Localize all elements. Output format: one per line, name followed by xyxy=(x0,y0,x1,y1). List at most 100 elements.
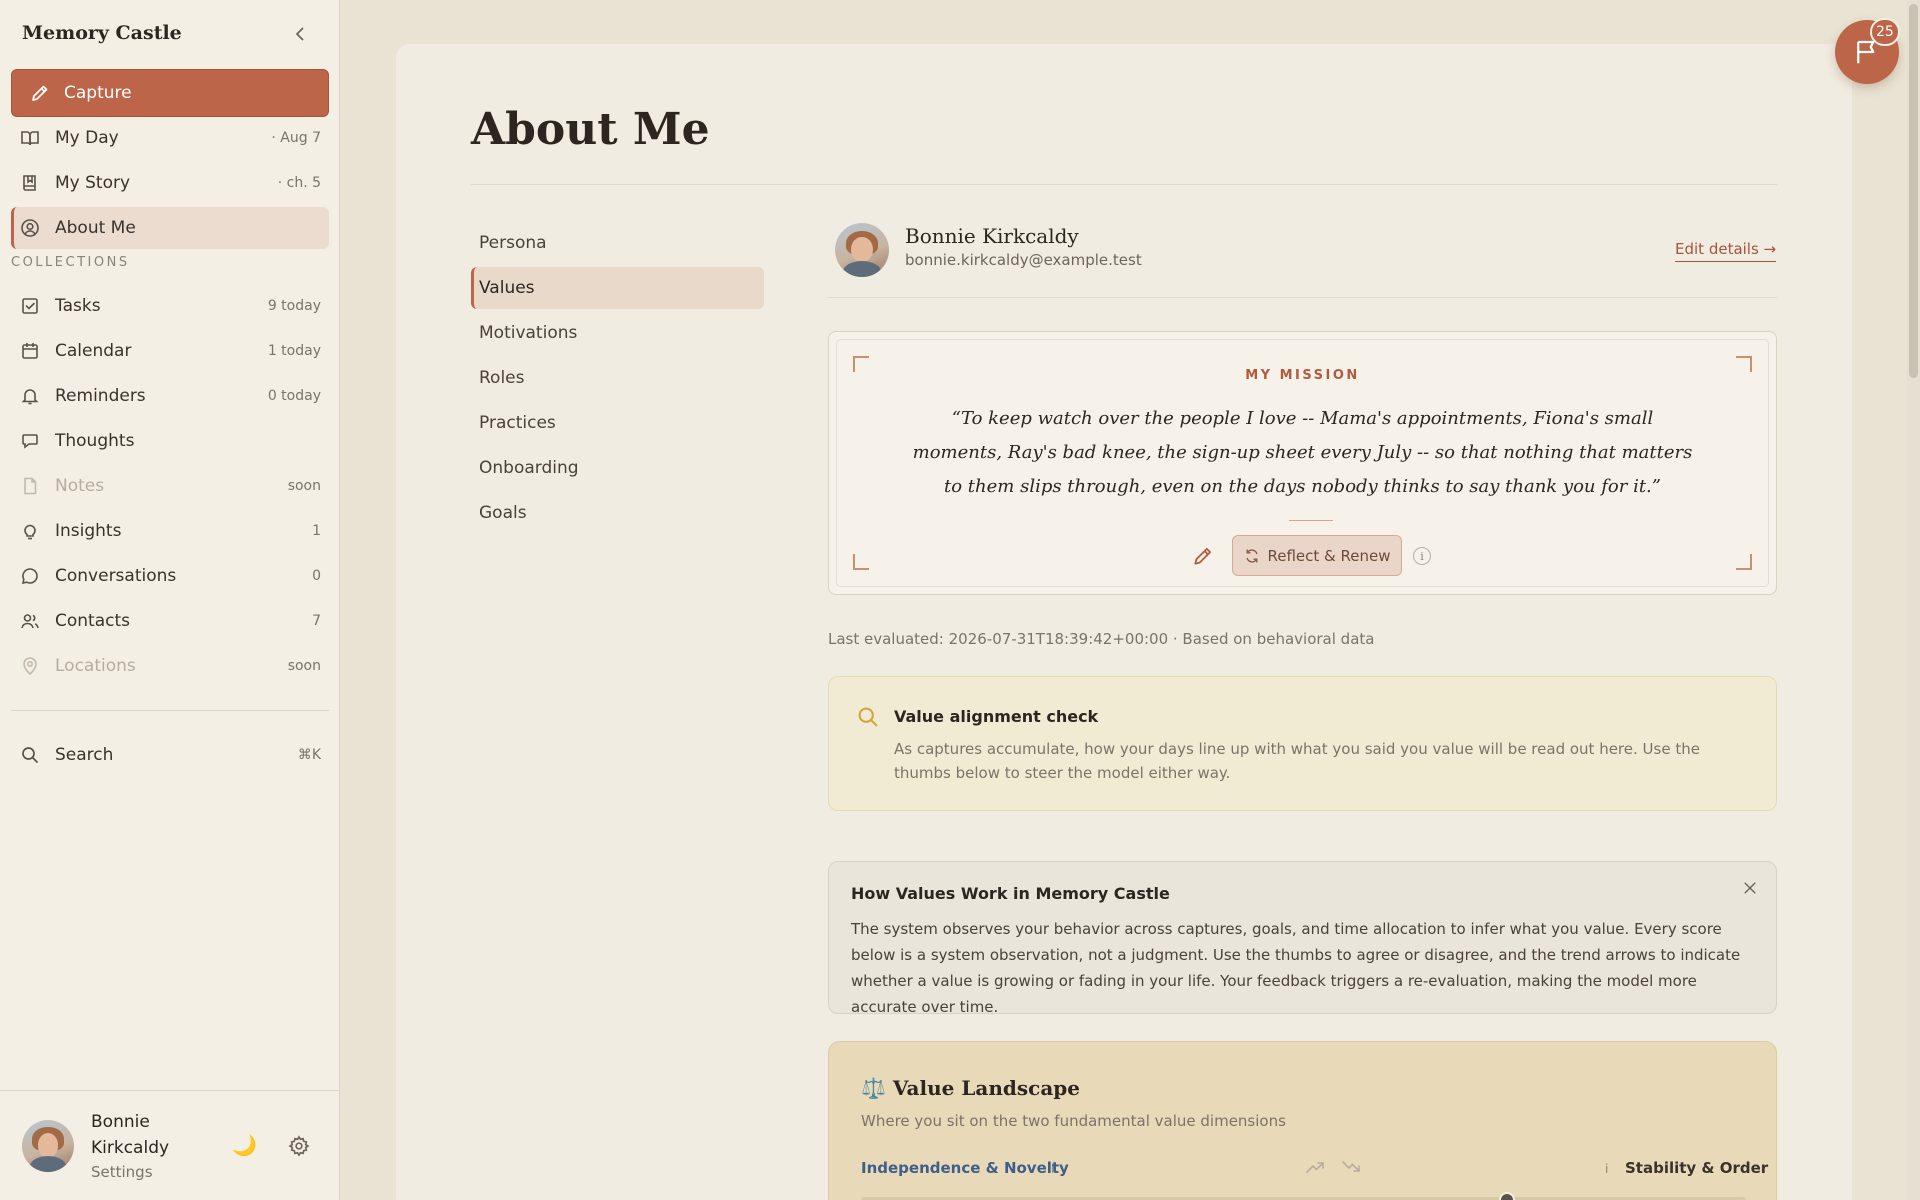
sidebar-item-label: About Me xyxy=(55,218,136,238)
title-divider xyxy=(471,184,1777,185)
mission-inner-border: MY MISSION “To keep watch over the peopl… xyxy=(836,339,1769,587)
howto-body: The system observes your behavior across… xyxy=(851,920,1741,1016)
pencil-icon xyxy=(32,85,48,101)
sidebar-item-meta: 9 today xyxy=(267,298,321,314)
landscape-left-label: Independence & Novelty xyxy=(861,1159,1069,1177)
sidebar-item-meta: 1 today xyxy=(267,343,321,359)
sidebar-item-locations: Locations soon xyxy=(11,645,329,687)
landscape-subtitle: Where you sit on the two fundamental val… xyxy=(861,1112,1286,1130)
sidebar-item-meta: soon xyxy=(287,658,321,674)
sidebar-item-my-story[interactable]: My Story · ch. 5 xyxy=(11,162,329,204)
sidebar-item-label: Calendar xyxy=(55,341,132,361)
mission-card: MY MISSION “To keep watch over the peopl… xyxy=(828,331,1777,595)
chevron-left-icon[interactable] xyxy=(290,24,310,44)
gear-icon[interactable] xyxy=(288,1135,310,1157)
check-square-icon xyxy=(19,295,41,317)
user-name: Bonnie Kirkcaldy xyxy=(91,1112,170,1158)
sidebar-item-label: Conversations xyxy=(55,566,177,586)
book-open-icon xyxy=(19,127,41,149)
notification-badge: 25 xyxy=(1870,18,1900,46)
sidebar-item-calendar[interactable]: Calendar 1 today xyxy=(11,330,329,372)
sidebar-item-meta: 0 today xyxy=(267,388,321,404)
mission-label: MY MISSION xyxy=(1245,368,1360,383)
sidebar-item-meta: soon xyxy=(287,478,321,494)
sidebar-item-contacts[interactable]: Contacts 7 xyxy=(11,600,329,642)
tab-motivations[interactable]: Motivations xyxy=(471,312,764,354)
profile-avatar xyxy=(835,223,889,277)
landscape-right-label: Stability & Order xyxy=(1625,1159,1769,1177)
sidebar-item-label: My Story xyxy=(55,173,131,193)
settings-link[interactable]: Settings xyxy=(91,1163,153,1181)
close-icon[interactable] xyxy=(1742,880,1760,898)
trend-down-icon[interactable] xyxy=(1341,1158,1361,1176)
tab-goals[interactable]: Goals xyxy=(471,492,764,534)
sidebar-item-reminders[interactable]: Reminders 0 today xyxy=(11,375,329,417)
reflect-renew-label: Reflect & Renew xyxy=(1267,546,1391,565)
sidebar-item-meta: 0 xyxy=(312,568,321,584)
alignment-body: As captures accumulate, how your days li… xyxy=(894,740,1700,782)
search-label: Search xyxy=(55,745,114,765)
sidebar-search[interactable]: Search ⌘K xyxy=(11,734,329,776)
collections-heading: COLLECTIONS xyxy=(11,255,130,270)
sidebar-item-label: Reminders xyxy=(55,386,146,406)
app-title: Memory Castle xyxy=(22,22,182,44)
sidebar-item-notes: Notes soon xyxy=(11,465,329,507)
info-icon[interactable]: i xyxy=(1605,1162,1608,1176)
sidebar-item-label: My Day xyxy=(55,128,119,148)
sidebar-item-thoughts[interactable]: Thoughts xyxy=(11,420,329,462)
main-content xyxy=(396,44,1852,1200)
bell-icon xyxy=(19,385,41,407)
sidebar-item-label: Insights xyxy=(55,521,122,541)
lightbulb-icon xyxy=(19,520,41,542)
sidebar-item-label: Locations xyxy=(55,656,136,676)
sidebar-item-meta: · ch. 5 xyxy=(277,175,321,191)
message-circle-icon xyxy=(19,565,41,587)
tab-roles[interactable]: Roles xyxy=(471,357,764,399)
value-alignment-card: Value alignment check As captures accumu… xyxy=(828,676,1777,811)
sidebar-item-tasks[interactable]: Tasks 9 today xyxy=(11,285,329,327)
sidebar-item-about-me[interactable]: About Me xyxy=(11,207,329,249)
sidebar-item-label: Notes xyxy=(55,476,105,496)
sidebar-item-meta: · Aug 7 xyxy=(271,130,321,146)
reflect-renew-button[interactable]: Reflect & Renew xyxy=(1232,535,1402,576)
scrollbar[interactable] xyxy=(1907,0,1920,1200)
profile-email: bonnie.kirkcaldy@example.test xyxy=(905,251,1142,269)
info-icon[interactable]: i xyxy=(1413,547,1431,565)
profile-divider xyxy=(828,297,1777,298)
moon-icon[interactable]: 🌙 xyxy=(232,1133,257,1157)
avatar[interactable] xyxy=(22,1120,74,1172)
tab-persona[interactable]: Persona xyxy=(471,222,764,264)
chat-bubble-icon xyxy=(19,430,41,452)
edit-details-link[interactable]: Edit details → xyxy=(1675,240,1777,262)
sidebar-item-label: Thoughts xyxy=(55,431,135,451)
value-landscape-card: ⚖️ Value Landscape Where you sit on the … xyxy=(828,1041,1777,1200)
sidebar-item-label: Contacts xyxy=(55,611,130,631)
refresh-icon xyxy=(1246,548,1257,563)
calendar-icon xyxy=(19,340,41,362)
mission-divider xyxy=(1289,520,1333,521)
profile-name: Bonnie Kirkcaldy xyxy=(905,224,1079,248)
file-icon xyxy=(19,475,41,497)
sidebar-item-label: Tasks xyxy=(55,296,101,316)
sidebar-item-conversations[interactable]: Conversations 0 xyxy=(11,555,329,597)
map-pin-icon xyxy=(19,655,41,677)
search-shortcut: ⌘K xyxy=(297,747,321,763)
mission-statement: “To keep watch over the people I love --… xyxy=(912,408,1693,497)
sidebar-divider xyxy=(11,710,329,711)
tab-values[interactable]: Values xyxy=(471,267,764,309)
landscape-slider-handle[interactable] xyxy=(1499,1192,1516,1200)
tab-onboarding[interactable]: Onboarding xyxy=(471,447,764,489)
scrollbar-thumb[interactable] xyxy=(1909,4,1918,378)
sidebar-item-insights[interactable]: Insights 1 xyxy=(11,510,329,552)
user-circle-icon xyxy=(19,217,41,239)
edit-mission-pencil-icon[interactable] xyxy=(1192,545,1216,569)
sidebar-item-meta: 1 xyxy=(312,523,321,539)
sidebar-item-my-day[interactable]: My Day · Aug 7 xyxy=(11,117,329,159)
howto-title: How Values Work in Memory Castle xyxy=(851,884,1170,903)
tab-practices[interactable]: Practices xyxy=(471,402,764,444)
trend-up-icon[interactable] xyxy=(1305,1158,1325,1176)
capture-label: Capture xyxy=(64,83,132,103)
info-icon[interactable]: i xyxy=(1051,1162,1054,1176)
search-icon xyxy=(856,705,880,729)
capture-button[interactable]: Capture xyxy=(11,69,329,117)
